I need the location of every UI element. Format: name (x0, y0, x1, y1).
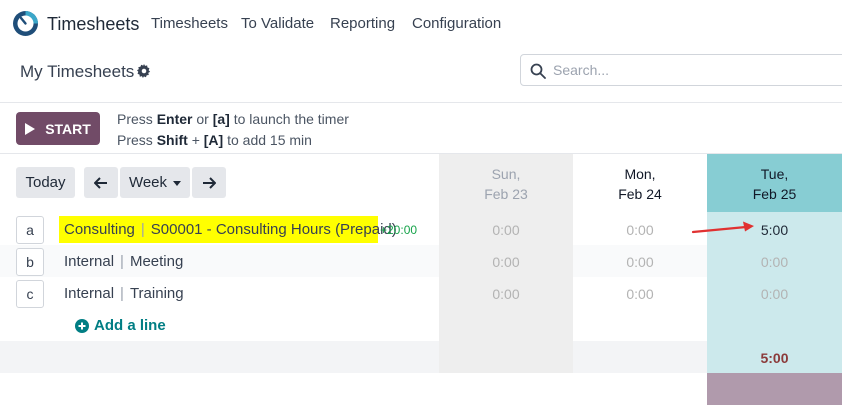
add-line-button[interactable]: Add a line (75, 317, 166, 334)
timer-hint-add: Press Shift + [A] to add 15 min (117, 132, 312, 148)
control-panel: My Timesheets (0, 48, 842, 103)
timesheets-app-icon[interactable] (12, 10, 39, 37)
top-navbar: Timesheets Timesheets To Validate Report… (0, 0, 842, 48)
cell-c-tue[interactable]: 0:00 (707, 286, 842, 302)
app-name[interactable]: Timesheets (47, 14, 139, 35)
next-button[interactable] (192, 167, 226, 198)
row-key-b[interactable]: b (16, 248, 44, 276)
plus-circle-icon (75, 318, 89, 333)
search-icon (530, 63, 546, 79)
row-key-c[interactable]: c (16, 280, 44, 308)
row-label-c[interactable]: Internal | Training (64, 285, 184, 302)
day-header-tue: Tue, Feb 25 (752, 166, 797, 202)
nav-configuration[interactable]: Configuration (412, 15, 501, 32)
start-label: START (45, 120, 91, 137)
previous-button[interactable] (84, 167, 118, 198)
nav-reporting[interactable]: Reporting (330, 15, 395, 32)
annotation-arrow-icon (691, 221, 754, 234)
scale-dropdown[interactable]: Week (120, 167, 190, 198)
search-bar[interactable] (520, 54, 842, 86)
timer-bar: START Press Enter or [a] to launch the t… (0, 103, 842, 154)
page-title: My Timesheets (20, 62, 135, 81)
today-button[interactable]: Today (16, 167, 75, 198)
cell-c-sun[interactable]: 0:00 (439, 286, 573, 302)
today-column-footer (707, 373, 842, 405)
row-label-b[interactable]: Internal | Meeting (64, 253, 183, 270)
cell-c-mon[interactable]: 0:00 (573, 286, 707, 302)
nav-timesheets[interactable]: Timesheets (151, 15, 228, 32)
cell-a-sun[interactable]: 0:00 (439, 222, 573, 238)
remaining-hours-badge: +20:00 (380, 223, 418, 237)
timer-hint-launch: Press Enter or [a] to launch the timer (117, 111, 349, 127)
nav-to-validate[interactable]: To Validate (241, 15, 314, 32)
add-line-label: Add a line (94, 317, 166, 334)
gear-icon[interactable] (137, 64, 151, 78)
cell-a-mon[interactable]: 0:00 (573, 222, 707, 238)
arrow-right-icon (203, 176, 216, 189)
day-header-mon: Mon, Feb 24 (618, 166, 662, 202)
search-input[interactable] (553, 60, 833, 80)
total-tue: 5:00 (760, 350, 789, 366)
play-icon (25, 122, 36, 135)
day-header-sun: Sun, Feb 23 (484, 166, 528, 202)
row-label-a[interactable]: Consulting | S00001 - Consulting Hours (Pr… (64, 221, 397, 238)
timesheet-grid: Today Week Sun, Feb 23 Mon, Feb 24 Tue, Feb… (0, 154, 842, 405)
row-key-a[interactable]: a (16, 216, 44, 244)
cell-b-sun[interactable]: 0:00 (439, 254, 573, 270)
arrow-left-icon (94, 176, 107, 189)
caret-down-icon (173, 180, 182, 186)
cell-b-mon[interactable]: 0:00 (573, 254, 707, 270)
cell-b-tue[interactable]: 0:00 (707, 254, 842, 270)
scale-label: Week (128, 174, 168, 191)
start-timer-button[interactable]: START (16, 112, 100, 145)
totals-row (0, 341, 707, 373)
